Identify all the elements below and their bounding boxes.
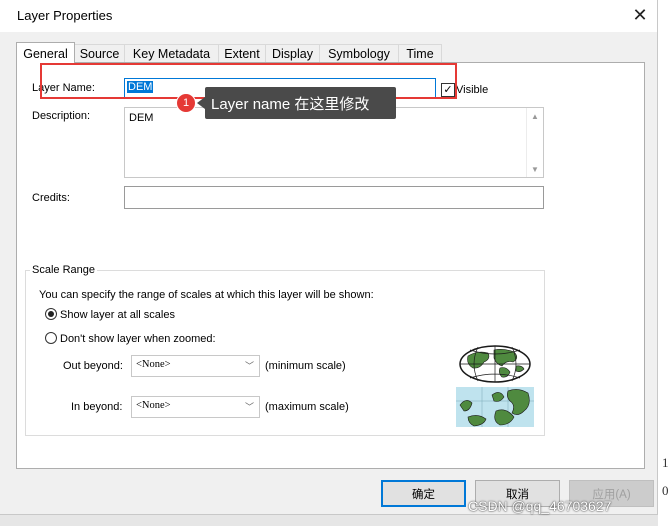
tab-source[interactable]: Source	[74, 44, 125, 63]
scroll-up-icon[interactable]: ▲	[527, 108, 543, 124]
chevron-down-icon: ﹀	[244, 402, 254, 412]
watermark: CSDN @qq_46703627	[468, 498, 612, 514]
hide-when-zoomed-radio[interactable]	[45, 332, 57, 344]
annotation-step-number: 1	[176, 93, 196, 113]
credits-input[interactable]	[124, 186, 544, 209]
annotation-text: Layer name 在这里修改	[211, 95, 370, 113]
tab-general[interactable]: General	[16, 42, 75, 64]
tab-display[interactable]: Display	[265, 44, 320, 63]
background-window-edge	[658, 0, 671, 526]
visible-label: Visible	[456, 84, 489, 96]
callout-pointer	[197, 97, 205, 109]
annotation-callout: Layer name 在这里修改	[205, 87, 396, 119]
description-scrollbar[interactable]: ▲ ▼	[526, 108, 543, 177]
tab-time[interactable]: Time	[398, 44, 442, 63]
out-beyond-label: Out beyond:	[63, 360, 123, 372]
hide-when-zoomed-label: Don't show layer when zoomed:	[60, 333, 216, 345]
tab-extent[interactable]: Extent	[218, 44, 266, 63]
scale-range-intro: You can specify the range of scales at w…	[39, 289, 374, 301]
close-icon[interactable]: ✕	[626, 2, 654, 28]
window-title: Layer Properties	[17, 8, 113, 23]
in-beyond-label: In beyond:	[71, 401, 123, 413]
scroll-down-icon[interactable]: ▼	[527, 161, 543, 177]
scale-range-legend: Scale Range	[30, 264, 97, 276]
out-beyond-dropdown[interactable]: <None> ﹀	[131, 355, 260, 377]
description-label: Description:	[32, 110, 91, 122]
ok-button[interactable]: 确定	[381, 480, 466, 507]
tab-symbology[interactable]: Symbology	[319, 44, 399, 63]
background-char-1: 1	[662, 455, 669, 470]
out-beyond-value: <None>	[136, 359, 171, 370]
globe-icon	[459, 345, 531, 383]
tab-key-metadata[interactable]: Key Metadata	[124, 44, 219, 63]
chevron-down-icon: ﹀	[244, 361, 254, 371]
in-beyond-value: <None>	[136, 400, 171, 411]
background-char-2: 0	[662, 483, 669, 498]
show-all-scales-radio[interactable]	[45, 308, 57, 320]
background-window-bottom	[0, 515, 658, 526]
maximum-scale-hint: (maximum scale)	[265, 401, 349, 413]
title-bar: Layer Properties ✕	[0, 0, 657, 32]
show-all-scales-label: Show layer at all scales	[60, 309, 175, 321]
credits-label: Credits:	[32, 192, 70, 204]
description-value: DEM	[129, 112, 154, 124]
regional-map-icon	[456, 387, 534, 427]
in-beyond-dropdown[interactable]: <None> ﹀	[131, 396, 260, 418]
minimum-scale-hint: (minimum scale)	[265, 360, 346, 372]
